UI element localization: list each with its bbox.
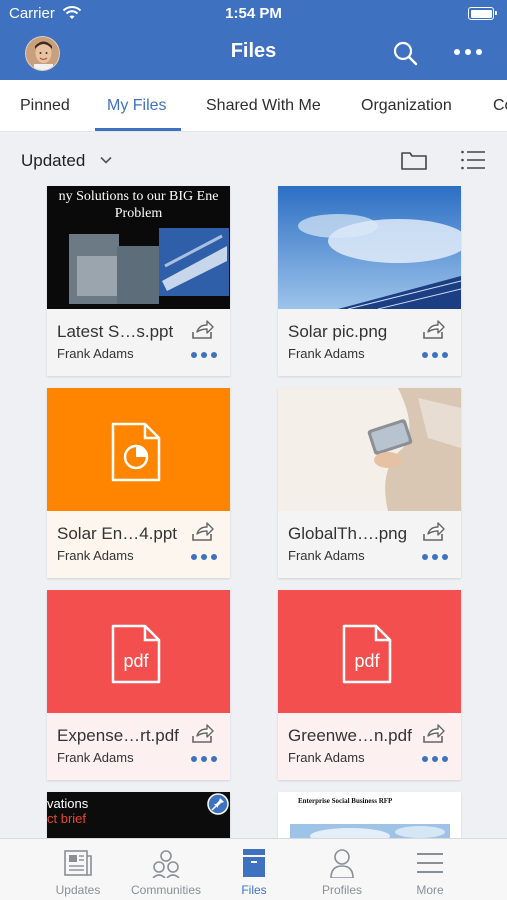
file-thumbnail: pdf [278, 590, 461, 713]
app-header: Carrier 1:54 PM Files [0, 0, 507, 80]
tablet-photo-image [278, 388, 461, 511]
file-thumbnail: vations ct brief [47, 792, 230, 838]
nav-label: Updates [55, 883, 101, 897]
files-icon [243, 849, 265, 877]
pin-icon[interactable] [207, 793, 229, 815]
nav-updates[interactable]: Updates [34, 839, 122, 900]
file-card[interactable]: GlobalTh….png Frank Adams [278, 388, 461, 578]
nav-profiles[interactable]: Profiles [298, 839, 386, 900]
list-view-icon[interactable] [460, 149, 486, 171]
file-name[interactable]: Expense…rt.pdf [57, 726, 179, 746]
document-banner-image [290, 824, 450, 838]
chevron-down-icon[interactable] [100, 156, 112, 164]
file-thumbnail: pdf [47, 590, 230, 713]
file-owner: Frank Adams [288, 346, 365, 361]
file-card[interactable]: Enterprise Social Business RFP [278, 792, 461, 838]
nav-files[interactable]: Files [210, 839, 298, 900]
nav-more[interactable]: More [386, 839, 474, 900]
tab-bar: Pinned My Files Shared With Me Organizat… [0, 80, 507, 132]
more-options-icon[interactable] [190, 755, 218, 763]
more-options-icon[interactable] [421, 553, 449, 561]
clock: 1:54 PM [225, 5, 282, 22]
share-icon[interactable] [421, 723, 445, 745]
thumbnail-caption: ny Solutions to our BIG Ene Problem [58, 189, 219, 221]
share-icon[interactable] [190, 723, 214, 745]
nav-label: More [416, 883, 444, 897]
file-thumbnail [47, 388, 230, 511]
more-options-icon[interactable] [190, 351, 218, 359]
file-meta: Greenwe…n.pdf Frank Adams [278, 713, 461, 780]
tab-pinned[interactable]: Pinned [20, 97, 70, 115]
battery-icon [468, 7, 497, 20]
status-bar: Carrier 1:54 PM [0, 0, 507, 28]
file-owner: Frank Adams [57, 346, 134, 361]
nav-label: Communities [130, 883, 202, 897]
file-thumbnail: Enterprise Social Business RFP [278, 792, 461, 838]
share-icon[interactable] [421, 319, 445, 341]
tab-my-files[interactable]: My Files [107, 97, 167, 115]
thumbnail-caption: Enterprise Social Business RFP [298, 797, 393, 805]
sort-dropdown[interactable]: Updated [21, 151, 85, 171]
newspaper-icon [64, 850, 92, 876]
pdf-badge-text: pdf [354, 651, 380, 671]
file-card[interactable]: vations ct brief [47, 792, 230, 838]
nav-label: Profiles [321, 883, 362, 897]
file-owner: Frank Adams [57, 548, 134, 563]
file-owner: Frank Adams [288, 548, 365, 563]
more-options-icon[interactable] [421, 351, 449, 359]
file-card[interactable]: Solar pic.png Frank Adams [278, 186, 461, 376]
file-meta: Solar pic.png Frank Adams [278, 309, 461, 376]
file-card[interactable]: pdf Expense…rt.pdf Frank Adams [47, 590, 230, 780]
file-meta: GlobalTh….png Frank Adams [278, 511, 461, 578]
folder-icon[interactable] [400, 149, 428, 171]
file-card[interactable]: pdf Greenwe…n.pdf Frank Adams [278, 590, 461, 780]
file-meta: Expense…rt.pdf Frank Adams [47, 713, 230, 780]
active-tab-indicator [95, 128, 181, 131]
share-icon[interactable] [190, 521, 214, 543]
profile-icon [330, 849, 354, 878]
share-icon[interactable] [190, 319, 214, 341]
share-icon[interactable] [421, 521, 445, 543]
file-meta: Latest S…s.ppt Frank Adams [47, 309, 230, 376]
file-owner: Frank Adams [57, 750, 134, 765]
file-thumbnail [278, 388, 461, 511]
more-options-icon[interactable] [421, 755, 449, 763]
file-name[interactable]: GlobalTh….png [288, 524, 407, 544]
more-horizontal-icon[interactable] [452, 44, 484, 60]
file-name[interactable]: Latest S…s.ppt [57, 322, 173, 342]
file-owner: Frank Adams [288, 750, 365, 765]
more-options-icon[interactable] [190, 553, 218, 561]
thumbnail-caption: vations [47, 796, 89, 811]
file-name[interactable]: Greenwe…n.pdf [288, 726, 412, 746]
solar-panel-image [278, 186, 461, 309]
sort-toolbar: Updated [0, 132, 507, 182]
search-icon[interactable] [392, 40, 418, 66]
tab-shared-with-me[interactable]: Shared With Me [206, 97, 321, 115]
tab-organization[interactable]: Organization [361, 97, 452, 115]
page-title: Files [230, 40, 277, 62]
file-card[interactable]: Solar En…4.ppt Frank Adams [47, 388, 230, 578]
file-card[interactable]: ny Solutions to our BIG Ene Problem Late… [47, 186, 230, 376]
bottom-tab-bar: Updates Communities Files Profiles More [0, 838, 507, 900]
file-meta: Solar En…4.ppt Frank Adams [47, 511, 230, 578]
people-icon [152, 850, 180, 878]
thumbnail-subcaption: ct brief [47, 811, 87, 826]
nav-communities[interactable]: Communities [122, 839, 210, 900]
nav-label: Files [241, 883, 267, 897]
menu-icon [417, 853, 443, 873]
file-thumbnail: ny Solutions to our BIG Ene Problem [47, 186, 230, 309]
presentation-file-icon [111, 422, 161, 482]
file-thumbnail [278, 186, 461, 309]
pdf-badge-text: pdf [123, 651, 149, 671]
file-name[interactable]: Solar En…4.ppt [57, 524, 177, 544]
tab-communities-truncated[interactable]: Co [493, 97, 507, 115]
file-name[interactable]: Solar pic.png [288, 322, 387, 342]
